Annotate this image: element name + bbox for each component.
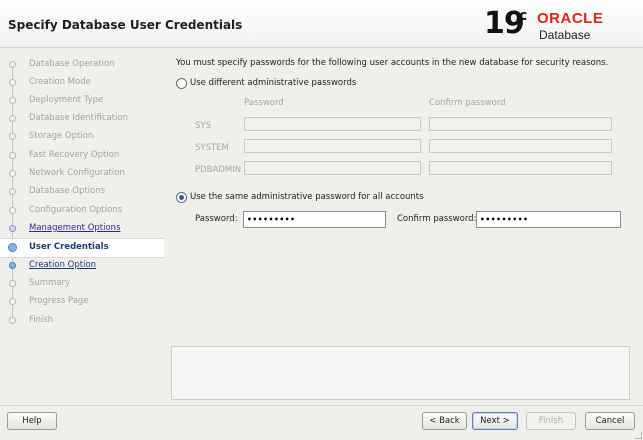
step-label: Creation Mode <box>29 77 91 87</box>
sys-password-field <box>244 117 421 131</box>
step-label: Deployment Type <box>29 95 104 105</box>
same-password-radio[interactable] <box>176 192 187 203</box>
oracle-logo: 19 c ORACLE Database <box>484 6 636 44</box>
back-button[interactable]: < Back <box>422 412 467 430</box>
brand-version-suffix: c <box>519 8 528 24</box>
step-database-options: Database Options <box>0 183 164 201</box>
same-confirm-input[interactable]: ••••••••• <box>476 211 621 228</box>
step-dot-icon <box>9 133 16 140</box>
step-label: Progress Page <box>29 296 89 306</box>
step-list: Database Operation Creation Mode Deploym… <box>0 56 164 356</box>
step-dot-icon <box>9 298 16 305</box>
step-dot-icon <box>9 61 16 68</box>
step-finish: Finish <box>0 312 164 330</box>
system-password-field <box>244 139 421 153</box>
footer-divider <box>0 405 643 406</box>
sys-confirm-field <box>429 117 612 131</box>
step-label[interactable]: Management Options <box>29 223 121 233</box>
step-label: Summary <box>29 278 71 288</box>
step-user-credentials: User Credentials <box>0 238 164 258</box>
step-progress-page: Progress Page <box>0 293 164 311</box>
step-label: Finish <box>29 315 54 325</box>
step-label: Database Identification <box>29 113 128 123</box>
different-passwords-radio[interactable] <box>176 78 187 89</box>
step-dot-icon <box>9 79 16 86</box>
step-configuration-options: Configuration Options <box>0 202 164 220</box>
step-label: Database Operation <box>29 59 115 69</box>
sys-label: SYS <box>195 121 211 131</box>
step-dot-icon <box>9 170 16 177</box>
password-column-header: Password <box>244 98 284 108</box>
same-password-input[interactable]: ••••••••• <box>243 211 386 228</box>
step-dot-icon <box>9 280 16 287</box>
different-passwords-label[interactable]: Use different administrative passwords <box>190 78 356 88</box>
help-button[interactable]: Help <box>7 412 57 430</box>
step-dot-icon <box>9 317 16 324</box>
step-label: User Credentials <box>29 242 109 252</box>
step-dot-icon <box>9 262 16 269</box>
step-deployment-type: Deployment Type <box>0 92 164 110</box>
step-network-configuration: Network Configuration <box>0 165 164 183</box>
step-database-operation: Database Operation <box>0 56 164 74</box>
step-management-options[interactable]: Management Options <box>0 220 164 238</box>
cancel-button[interactable]: Cancel <box>585 412 635 430</box>
confirm-password-column-header: Confirm password <box>429 98 506 108</box>
intro-text: You must specify passwords for the follo… <box>176 58 609 68</box>
step-label[interactable]: Creation Option <box>29 260 96 270</box>
same-password-label[interactable]: Use the same administrative password for… <box>190 192 424 202</box>
step-dot-icon <box>9 225 16 232</box>
step-label: Network Configuration <box>29 168 125 178</box>
step-summary: Summary <box>0 275 164 293</box>
brand-version: 19 <box>484 6 525 41</box>
brand-product: Database <box>539 28 591 42</box>
step-database-identification: Database Identification <box>0 110 164 128</box>
pdbadmin-label: PDBADMIN <box>195 165 242 175</box>
step-dot-icon <box>9 188 16 195</box>
step-dot-icon <box>9 152 16 159</box>
step-creation-mode: Creation Mode <box>0 74 164 92</box>
same-confirm-label-text: Confirm password: <box>397 214 477 224</box>
next-button[interactable]: Next > <box>472 412 518 430</box>
page-title: Specify Database User Credentials <box>8 18 243 32</box>
step-label: Fast Recovery Option <box>29 150 120 160</box>
step-current-icon <box>8 243 17 252</box>
step-dot-icon <box>9 97 16 104</box>
header-banner: Specify Database User Credentials 19 c O… <box>0 0 643 48</box>
step-dot-icon <box>9 115 16 122</box>
step-label: Storage Option <box>29 131 94 141</box>
step-storage-option: Storage Option <box>0 128 164 146</box>
step-dot-icon <box>9 207 16 214</box>
system-label: SYSTEM <box>195 143 229 153</box>
step-label: Configuration Options <box>29 205 123 215</box>
finish-button: Finish <box>526 412 576 430</box>
messages-panel <box>171 346 630 400</box>
same-password-label-text: Password: <box>195 214 238 224</box>
pdbadmin-confirm-field <box>429 161 612 175</box>
step-creation-option[interactable]: Creation Option <box>0 257 164 275</box>
system-confirm-field <box>429 139 612 153</box>
resize-grip-icon[interactable] <box>635 432 642 439</box>
pdbadmin-password-field <box>244 161 421 175</box>
brand-name: ORACLE <box>537 10 604 27</box>
step-label: Database Options <box>29 186 106 196</box>
step-fast-recovery-option: Fast Recovery Option <box>0 147 164 165</box>
